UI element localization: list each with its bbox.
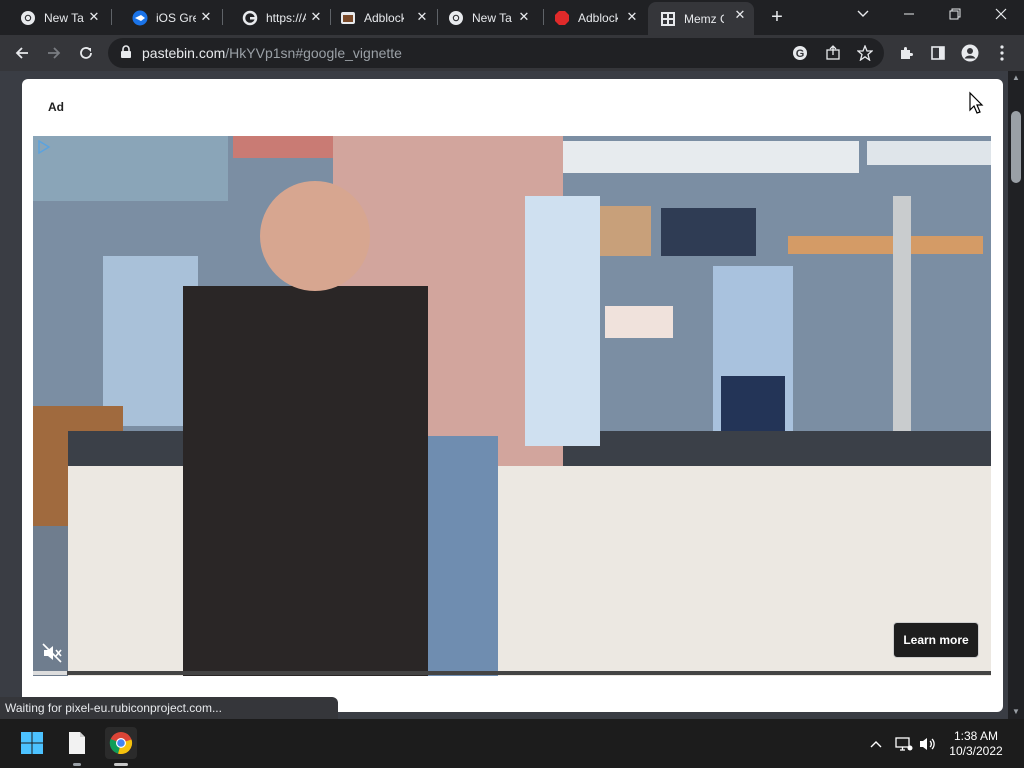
adblock-red-icon	[554, 10, 570, 26]
video-frame-image	[33, 136, 991, 676]
taskbar-notepad[interactable]	[61, 727, 93, 759]
page-content: Ad Learn more Waiting for pixel-eu.rubic…	[0, 71, 1008, 719]
tab-title: Adblock	[578, 10, 618, 25]
tab-title: https://A	[266, 10, 306, 25]
menu-button[interactable]	[988, 39, 1016, 67]
forward-button[interactable]	[40, 39, 68, 67]
system-clock[interactable]: 1:38 AM 10/3/2022	[946, 729, 1006, 759]
ad-video[interactable]: Learn more	[33, 136, 991, 676]
adchoices-icon[interactable]	[37, 139, 51, 155]
volume-icon[interactable]	[918, 734, 938, 754]
ios-green-icon	[132, 10, 148, 26]
scroll-down-arrow-icon[interactable]: ▼	[1008, 705, 1024, 719]
tab-6[interactable]: Adblock ✕	[534, 4, 646, 31]
side-panel-icon	[931, 46, 945, 60]
tab-2[interactable]: iOS Green ✕	[112, 4, 220, 31]
avatar-icon	[961, 44, 979, 62]
back-button[interactable]	[8, 39, 36, 67]
volume-off-icon	[42, 643, 62, 663]
ad-label: Ad	[48, 100, 64, 114]
clock-date: 10/3/2022	[949, 744, 1003, 758]
close-window-button[interactable]	[978, 0, 1024, 32]
taskbar-chrome[interactable]	[105, 727, 137, 759]
pastebin-icon	[660, 11, 676, 27]
url-text[interactable]: pastebin.com/HkYVp1sn#google_vignette	[142, 45, 402, 61]
chrome-logo-icon	[109, 732, 133, 755]
google-icon	[242, 10, 258, 26]
taskbar-indicator	[73, 763, 81, 766]
restore-icon	[949, 8, 961, 20]
mute-button[interactable]	[41, 642, 63, 664]
tab-close-icon[interactable]: ✕	[732, 7, 748, 23]
scroll-up-arrow-icon[interactable]: ▲	[1008, 71, 1024, 85]
tab-3[interactable]: https://A ✕	[222, 4, 330, 31]
adblock-icon	[340, 10, 356, 26]
scrollbar-thumb[interactable]	[1011, 111, 1021, 183]
status-bubble: Waiting for pixel-eu.rubiconproject.com.…	[0, 697, 338, 719]
tab-close-icon[interactable]: ✕	[624, 9, 640, 25]
google-lens-icon[interactable]: G	[792, 45, 808, 66]
tab-7-active[interactable]: Memz C ✕	[648, 2, 754, 35]
start-button[interactable]	[16, 727, 48, 759]
svg-text:G: G	[796, 48, 805, 60]
document-icon	[69, 732, 85, 754]
minimize-icon	[904, 13, 914, 15]
windows-logo-icon	[21, 732, 43, 754]
clock-time: 1:38 AM	[953, 729, 999, 743]
chrome-icon	[20, 10, 36, 26]
tab-close-icon[interactable]: ✕	[516, 9, 532, 25]
close-icon	[995, 8, 1007, 20]
tab-4[interactable]: Adblock ✕	[320, 4, 436, 31]
tab-strip: New Tab ✕ iOS Green ✕ https://A ✕ Adbloc…	[0, 0, 1024, 35]
url-path: /HkYVp1sn#google_vignette	[225, 45, 402, 61]
show-hidden-icons[interactable]	[866, 734, 886, 754]
tab-1[interactable]: New Tab ✕	[0, 4, 108, 31]
learn-more-button[interactable]: Learn more	[893, 622, 979, 658]
chrome-icon	[448, 10, 464, 26]
new-tab-button[interactable]: +	[766, 7, 788, 28]
restore-button[interactable]	[932, 0, 978, 32]
tab-title: New Tab	[44, 10, 84, 25]
minimize-button[interactable]	[886, 0, 932, 32]
vertical-scrollbar[interactable]: ▲ ▼	[1008, 71, 1024, 719]
tab-title: Adblock	[364, 10, 404, 25]
tab-search-button[interactable]	[840, 0, 886, 32]
puzzle-icon	[901, 47, 913, 59]
mouse-cursor-icon	[969, 91, 984, 114]
side-panel-button[interactable]	[924, 39, 952, 67]
tab-title: Memz C	[684, 11, 724, 26]
taskbar-indicator	[114, 763, 128, 766]
tab-close-icon[interactable]: ✕	[198, 9, 214, 25]
video-progress-fill	[33, 671, 67, 675]
share-icon[interactable]	[825, 45, 841, 66]
chevron-down-icon	[857, 10, 869, 17]
more-vert-icon	[1000, 45, 1004, 61]
lock-icon[interactable]	[120, 45, 132, 64]
address-bar[interactable]: pastebin.com/HkYVp1sn#google_vignette G	[108, 38, 884, 68]
video-progress-bar[interactable]	[33, 671, 991, 675]
chevron-up-icon	[870, 741, 882, 748]
url-host: pastebin.com	[142, 45, 226, 61]
bookmark-star-icon[interactable]	[856, 44, 874, 66]
tab-close-icon[interactable]: ✕	[86, 9, 102, 25]
vignette-ad: Ad Learn more	[22, 79, 1003, 712]
reload-icon	[80, 47, 92, 59]
profile-button[interactable]	[956, 39, 984, 67]
tab-5[interactable]: New Tab ✕	[428, 4, 538, 31]
arrow-right-icon	[48, 47, 61, 59]
extensions-button[interactable]	[892, 39, 920, 67]
tab-title: iOS Green	[156, 10, 196, 25]
network-icon[interactable]	[894, 734, 914, 754]
browser-toolbar: pastebin.com/HkYVp1sn#google_vignette G	[0, 35, 1024, 71]
close-ad-button[interactable]	[966, 91, 988, 115]
arrow-left-icon	[15, 47, 28, 59]
windows-taskbar: 1:38 AM 10/3/2022	[0, 719, 1024, 768]
tab-title: New Tab	[472, 10, 512, 25]
reload-button[interactable]	[72, 39, 100, 67]
